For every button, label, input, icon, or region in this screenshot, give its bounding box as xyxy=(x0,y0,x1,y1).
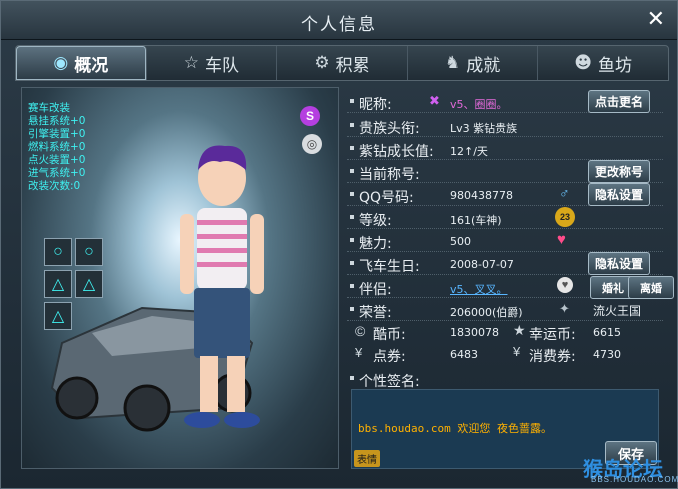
coolcoin-icon: © xyxy=(355,323,366,339)
profile-window: 个人信息 ✕ ◉ 概况 ☆ 车队 ⚙ 积累 ♞ 成就 ☻ 鱼坊 赛车改装 悬挂系统+0 引… xyxy=(0,0,678,489)
part-slot[interactable]: ○ xyxy=(75,238,103,266)
tab-label: 鱼坊 xyxy=(598,55,633,76)
part-slot[interactable]: △ xyxy=(44,302,72,330)
title-bar: 个人信息 ✕ xyxy=(1,1,677,40)
voucher-value: 6483 xyxy=(450,348,478,361)
tab-bar: ◉ 概况 ☆ 车队 ⚙ 积累 ♞ 成就 ☻ 鱼坊 xyxy=(15,45,669,81)
male-icon: ♂ xyxy=(559,185,570,201)
honor-row: 荣誉: 206000(伯爵) ✦ 流火王国 xyxy=(347,299,663,321)
growth-value: 12↑/天 xyxy=(450,145,488,158)
growth-row: 紫钻成长值: 12↑/天 xyxy=(347,138,663,160)
honor-label: 荣誉: xyxy=(359,305,392,321)
tab-achievement[interactable]: ♞ 成就 xyxy=(408,46,539,80)
nickname-label: 昵称: xyxy=(359,97,392,113)
rename-button[interactable]: 点击更名 xyxy=(588,90,651,113)
honor-value: 206000(伯爵) xyxy=(450,306,523,319)
part-slots: ○ ○ △ △ △ xyxy=(44,238,108,334)
divorce-button[interactable]: 离婚 xyxy=(628,276,674,299)
coin-row-1: © 酷币: 1830078 ★ 幸运币: 6615 xyxy=(347,321,663,343)
lucky-star-icon: ★ xyxy=(513,322,526,338)
tab-label: 积累 xyxy=(335,55,370,76)
honor-city: 流火王国 xyxy=(593,304,642,318)
level-row: 等级: 161(车神) 23 xyxy=(347,207,663,229)
lucky-label: 幸运币: xyxy=(529,327,576,343)
overview-icon: ◉ xyxy=(53,53,69,73)
signature-text[interactable]: bbs.houdao.com 欢迎您 夜色蔷露。 xyxy=(358,420,552,436)
signature-label: 个性签名: xyxy=(359,374,420,390)
privacy-button-2[interactable]: 隐私设置 xyxy=(588,252,651,275)
consume-value: 4730 xyxy=(593,348,621,361)
heart-outline-icon: ♥ xyxy=(557,277,573,293)
gear-icon: ⚙ xyxy=(314,53,330,73)
tab-label: 概况 xyxy=(74,55,109,76)
consume-label: 消费券: xyxy=(529,349,576,365)
noble-row: 贵族头衔: Lv3 紫钻贵族 xyxy=(347,115,663,137)
birthday-label: 飞车生日: xyxy=(359,259,420,275)
title-label: 当前称号: xyxy=(359,167,420,183)
signature-row: 个性签名: xyxy=(347,368,663,390)
coolcoin-label: 酷币: xyxy=(373,327,406,343)
part-slot[interactable]: ○ xyxy=(44,238,72,266)
fish-icon: ☻ xyxy=(574,53,593,73)
birthday-value: 2008-07-07 xyxy=(450,258,514,271)
coin-row-2: ¥ 点券: 6483 ¥ 消费券: 4730 xyxy=(347,343,663,365)
tab-label: 成就 xyxy=(466,55,501,76)
level-value: 161(车神) xyxy=(450,214,502,227)
qq-label: QQ号码: xyxy=(359,190,414,206)
charm-label: 魅力: xyxy=(359,236,392,252)
consume-icon: ¥ xyxy=(513,344,521,359)
privacy-button[interactable]: 隐私设置 xyxy=(588,183,651,206)
level-label: 等级: xyxy=(359,213,392,229)
avatar-panel: 赛车改装 悬挂系统+0 引擎装置+0 燃料系统+0 点火装置+0 进气系统+0 … xyxy=(21,87,339,469)
noble-diamond-icon: ✖ xyxy=(429,93,440,108)
voucher-icon: ¥ xyxy=(355,345,363,360)
tab-fish[interactable]: ☻ 鱼坊 xyxy=(538,46,668,80)
tab-label: 车队 xyxy=(205,55,240,76)
change-title-button[interactable]: 更改称号 xyxy=(588,160,651,183)
achievement-icon: ♞ xyxy=(444,53,461,73)
charm-value: 500 xyxy=(450,235,471,248)
heart-icon: ♥ xyxy=(557,231,566,248)
partner-label: 伴侣: xyxy=(359,282,392,298)
close-icon[interactable]: ✕ xyxy=(647,6,665,32)
tab-accumulate[interactable]: ⚙ 积累 xyxy=(277,46,408,80)
charm-row: 魅力: 500 ♥ xyxy=(347,230,663,252)
partner-value[interactable]: v5、叉叉。 xyxy=(450,281,508,297)
emoji-button[interactable]: 表情 xyxy=(354,450,380,467)
window-title: 个人信息 xyxy=(301,15,377,35)
tab-overview[interactable]: ◉ 概况 xyxy=(16,46,147,80)
growth-label: 紫钻成长值: xyxy=(359,144,434,160)
nickname-value: v5、圈圈。 xyxy=(450,98,508,111)
voucher-label: 点券: xyxy=(373,349,406,365)
noble-label: 贵族头衔: xyxy=(359,121,420,137)
star-icon: ☆ xyxy=(183,53,200,73)
part-slot[interactable]: △ xyxy=(75,270,103,298)
tab-team[interactable]: ☆ 车队 xyxy=(147,46,278,80)
lucky-value: 6615 xyxy=(593,326,621,339)
watermark-url: BBS.HOUDAO.COM xyxy=(591,475,678,484)
kingdom-icon: ✦ xyxy=(559,301,570,316)
part-slot[interactable]: △ xyxy=(44,270,72,298)
noble-value: Lv3 紫钻贵族 xyxy=(450,122,518,135)
qq-value: 980438778 xyxy=(450,189,513,202)
level-badge-icon: 23 xyxy=(555,207,575,227)
coolcoin-value: 1830078 xyxy=(450,326,499,339)
